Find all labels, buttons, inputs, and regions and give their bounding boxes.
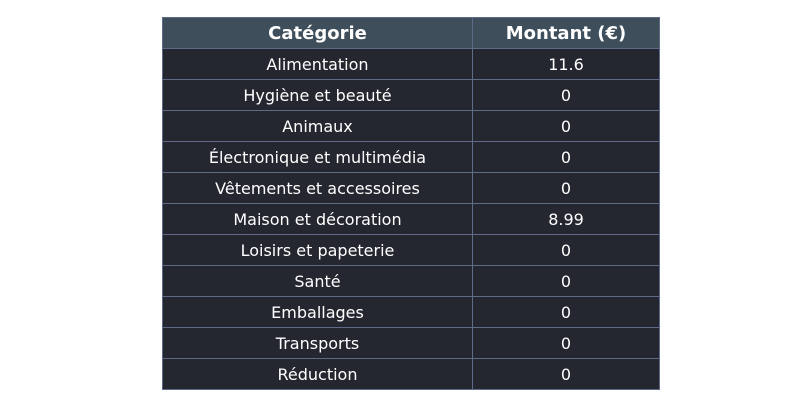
amount-cell: 0 [472,296,660,328]
category-cell: Maison et décoration [162,203,473,235]
table-row: Vêtements et accessoires 0 [162,172,660,204]
table-body: Alimentation 11.6 Hygiène et beauté 0 An… [162,48,660,390]
category-cell: Hygiène et beauté [162,79,473,111]
table-header-row: Catégorie Montant (€) [162,17,660,49]
column-header-category: Catégorie [162,17,473,49]
category-cell: Transports [162,327,473,359]
table-row: Hygiène et beauté 0 [162,79,660,111]
table-row: Maison et décoration 8.99 [162,203,660,235]
amount-cell: 0 [472,141,660,173]
table-row: Santé 0 [162,265,660,297]
amount-cell: 0 [472,265,660,297]
table-row: Électronique et multimédia 0 [162,141,660,173]
category-cell: Animaux [162,110,473,142]
table-row: Emballages 0 [162,296,660,328]
category-cell: Réduction [162,358,473,390]
category-cell: Électronique et multimédia [162,141,473,173]
category-cell: Santé [162,265,473,297]
amount-cell: 0 [472,172,660,204]
category-cell: Emballages [162,296,473,328]
category-cell: Alimentation [162,48,473,80]
table-row: Alimentation 11.6 [162,48,660,80]
column-header-amount: Montant (€) [472,17,660,49]
expense-table-container: Catégorie Montant (€) Alimentation 11.6 … [162,17,660,390]
table-row: Transports 0 [162,327,660,359]
amount-cell: 11.6 [472,48,660,80]
amount-cell: 0 [472,79,660,111]
amount-cell: 0 [472,110,660,142]
expense-table: Catégorie Montant (€) Alimentation 11.6 … [162,17,660,390]
table-row: Réduction 0 [162,358,660,390]
category-cell: Vêtements et accessoires [162,172,473,204]
amount-cell: 8.99 [472,203,660,235]
table-row: Loisirs et papeterie 0 [162,234,660,266]
amount-cell: 0 [472,327,660,359]
amount-cell: 0 [472,358,660,390]
amount-cell: 0 [472,234,660,266]
category-cell: Loisirs et papeterie [162,234,473,266]
table-row: Animaux 0 [162,110,660,142]
